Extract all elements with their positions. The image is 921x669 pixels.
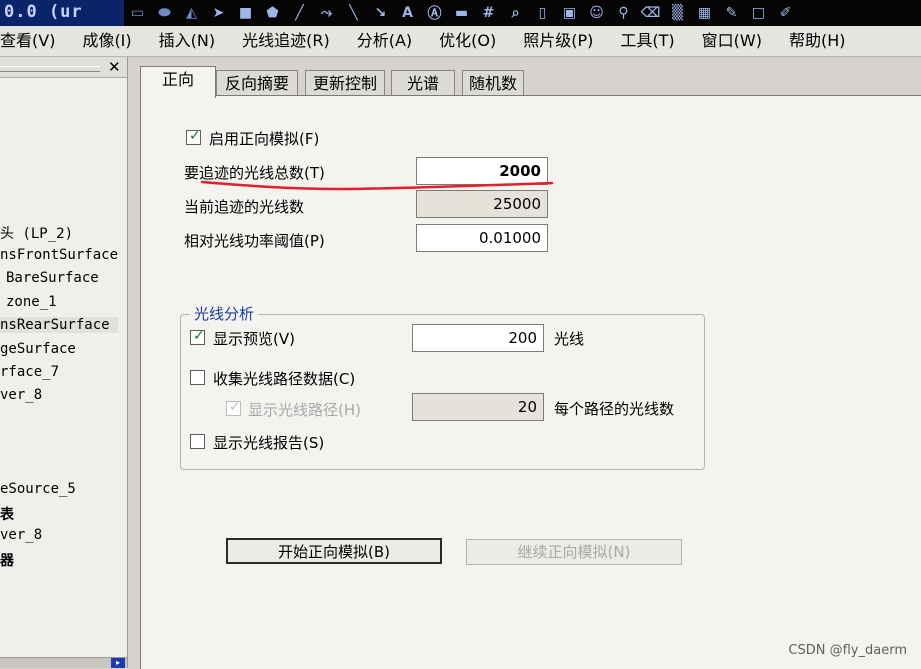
toolbar: ▭ ⬬ ◭ ➤ ■ ⬟ ╱ ⤳ ╲ ↘ A Ⓐ ▬ # ⌕ ▯ ▣ ☺ ⚲ ⌫ … <box>124 0 921 26</box>
ray-analysis-title: 光线分析 <box>190 303 259 324</box>
total-rays-input[interactable]: 2000 <box>416 157 548 185</box>
preview-unit-label: 光线 <box>554 330 585 348</box>
tree-item[interactable]: geSurface <box>0 341 76 357</box>
total-rays-label: 要追迹的光线总数(T) <box>184 164 325 182</box>
tree-item[interactable]: eSource_5 <box>0 481 76 497</box>
tree-item-selected[interactable]: nsRearSurface <box>0 317 118 333</box>
page-icon[interactable]: ▯ <box>529 2 556 24</box>
horizontal-scrollbar[interactable]: ▸ <box>0 657 127 668</box>
text-icon[interactable]: A <box>394 2 421 24</box>
window-title: 0.0 (ur <box>4 2 83 22</box>
rect-icon[interactable]: ▭ <box>124 2 151 24</box>
box-icon[interactable]: □ <box>745 2 772 24</box>
cursor-icon[interactable]: ➤ <box>205 2 232 24</box>
line-icon[interactable]: ╲ <box>340 2 367 24</box>
menu-help[interactable]: 帮助(H) <box>775 26 859 56</box>
plane-icon[interactable]: ◭ <box>178 2 205 24</box>
tree-item[interactable]: nsFrontSurface <box>0 247 118 263</box>
close-icon[interactable]: ✕ <box>108 58 121 76</box>
show-paths-label: 显示光线路径(H) <box>248 401 361 419</box>
tree-item[interactable]: ver_8 <box>0 387 42 403</box>
arrow-icon[interactable]: ↘ <box>367 2 394 24</box>
highlighter-icon[interactable]: ✎ <box>718 2 745 24</box>
grid-icon[interactable]: ▦ <box>691 2 718 24</box>
tab-forward[interactable]: 正向 <box>140 66 216 98</box>
emoji-icon[interactable]: ☺ <box>583 2 610 24</box>
zoom-icon[interactable]: ⌕ <box>502 2 529 24</box>
menu-photoreal[interactable]: 照片级(P) <box>509 26 606 56</box>
preview-rays-input[interactable]: 200 <box>412 324 544 352</box>
start-forward-button[interactable]: 开始正向模拟(B) <box>226 538 442 564</box>
current-rays-label: 当前追迹的光线数 <box>184 198 305 216</box>
pen-icon[interactable]: ╱ <box>286 2 313 24</box>
show-report-label: 显示光线报告(S) <box>213 434 325 452</box>
model-tree-panel: ✕ 头 (LP_2) nsFrontSurface BareSurface zo… <box>0 57 128 668</box>
show-preview-checkbox[interactable]: ✓ <box>190 328 205 345</box>
eraser-icon[interactable]: ⌫ <box>637 2 664 24</box>
tree-item[interactable]: 头 (LP_2) <box>0 223 73 243</box>
show-paths-checkbox[interactable]: ✓ <box>226 399 241 416</box>
checkmark-icon: ✓ <box>189 128 201 144</box>
continue-forward-button[interactable]: 继续正向模拟(N) <box>466 539 682 565</box>
tab-reverse-summary[interactable]: 反向摘要 <box>216 70 298 96</box>
checkmark-icon: ✓ <box>193 328 205 344</box>
menu-imaging[interactable]: 成像(I) <box>68 26 144 56</box>
checkmark-icon: ✓ <box>229 399 241 415</box>
comment-icon[interactable]: ▬ <box>448 2 475 24</box>
collect-paths-label: 收集光线路径数据(C) <box>213 370 356 388</box>
picture-icon[interactable]: ▣ <box>556 2 583 24</box>
menu-insert[interactable]: 插入(N) <box>145 26 228 56</box>
tree-item[interactable]: 表 <box>0 504 14 524</box>
path-rays-field: 20 <box>412 393 544 421</box>
tree-item[interactable]: ver_8 <box>0 527 42 543</box>
select-icon[interactable]: ■ <box>232 2 259 24</box>
menu-window[interactable]: 窗口(W) <box>688 26 775 56</box>
threshold-label: 相对光线功率阈值(P) <box>184 232 325 250</box>
menu-tools[interactable]: 工具(T) <box>606 26 687 56</box>
tree-item[interactable]: zone_1 <box>6 294 57 310</box>
show-preview-label: 显示预览(V) <box>213 330 295 348</box>
menu-bar: 查看(V) 成像(I) 插入(N) 光线追迹(R) 分析(A) 优化(O) 照片… <box>0 26 921 57</box>
show-report-checkbox[interactable] <box>190 434 205 449</box>
path-unit-label: 每个路径的光线数 <box>554 400 675 418</box>
menu-optimize[interactable]: 优化(O) <box>425 26 509 56</box>
tab-random[interactable]: 随机数 <box>462 70 524 96</box>
stamp-icon[interactable]: ⚲ <box>610 2 637 24</box>
scroll-right-icon[interactable]: ▸ <box>111 658 125 668</box>
panel-header: ✕ <box>0 57 127 78</box>
menu-raytrace[interactable]: 光线追迹(R) <box>228 26 343 56</box>
collect-paths-checkbox[interactable] <box>190 370 205 385</box>
ellipse-icon[interactable]: ⬬ <box>151 2 178 24</box>
curve-icon[interactable]: ⤳ <box>313 2 340 24</box>
tree-item[interactable]: 器 <box>0 550 14 570</box>
enable-forward-checkbox[interactable]: ✓ <box>186 128 201 145</box>
hatch-icon[interactable]: ▒ <box>664 2 691 24</box>
enable-forward-label: 启用正向模拟(F) <box>209 130 320 148</box>
menu-view[interactable]: 查看(V) <box>0 26 68 56</box>
tree-item[interactable]: BareSurface <box>6 270 99 286</box>
text-box-icon[interactable]: Ⓐ <box>421 2 448 24</box>
tab-update-control[interactable]: 更新控制 <box>305 70 385 96</box>
tab-spectrum[interactable]: 光谱 <box>391 70 455 96</box>
number-icon[interactable]: # <box>475 2 502 24</box>
menu-analysis[interactable]: 分析(A) <box>343 26 425 56</box>
tree-item[interactable]: rface_7 <box>0 364 59 380</box>
watermark: CSDN @fly_daerm <box>788 643 907 658</box>
edit-icon[interactable]: ✐ <box>772 2 799 24</box>
current-rays-field: 25000 <box>416 190 548 218</box>
panel-grip[interactable] <box>0 66 100 72</box>
threshold-input[interactable]: 0.01000 <box>416 224 548 252</box>
shape-icon[interactable]: ⬟ <box>259 2 286 24</box>
